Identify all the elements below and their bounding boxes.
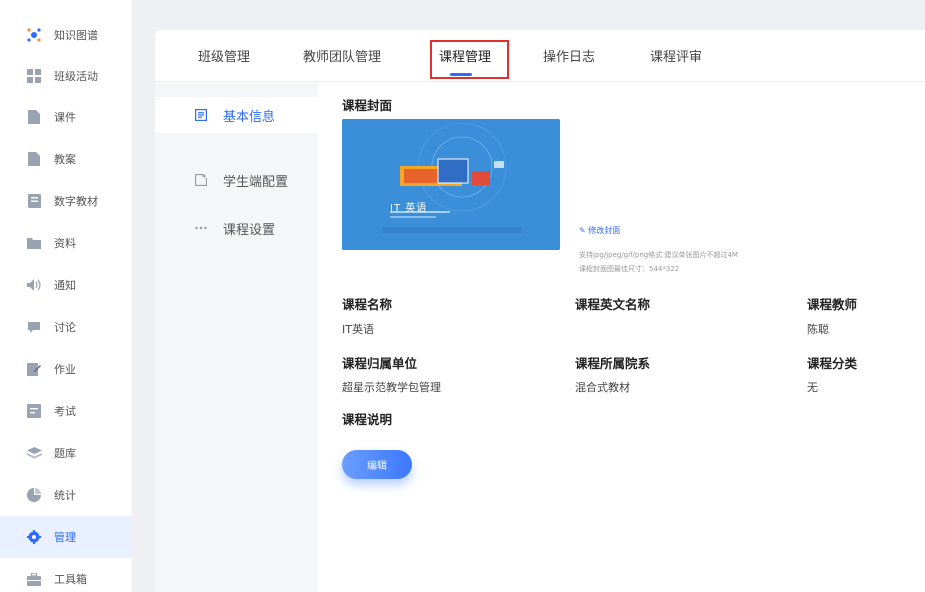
sidebar-item-label: 讨论 [54,321,76,334]
grid-icon [26,68,42,84]
toolbox-icon [26,571,42,587]
subnav-item-label: 学生端配置 [223,174,289,190]
course-unit-value: 超星示范教学包管理 [342,381,441,394]
sidebar-item-courseware[interactable]: 课件 [0,96,132,138]
left-sidebar: 知识图谱 班级活动 课件 教案 数字教材 资料 通知 讨论 作业 考试 题库 统… [0,0,132,592]
sidebar-item-lesson-plan[interactable]: 教案 [0,138,132,180]
sidebar-item-knowledge-graph[interactable]: 知识图谱 [0,14,132,56]
edit-cover-link[interactable]: ✎ 修改封面 [579,225,620,236]
pie-icon [26,487,42,503]
edit-icon [26,361,42,377]
course-category-value: 无 [807,381,818,394]
course-teacher-label: 课程教师 [807,297,858,312]
file-icon [26,151,42,167]
main-panel: 班级管理 教师团队管理 课程管理 操作日志 课程评审 基本信息 学生端配置 课程… [155,30,925,592]
top-tabs: 班级管理 教师团队管理 课程管理 操作日志 课程评审 [155,30,925,82]
edit-button[interactable]: 编辑 [342,450,412,479]
speaker-icon [26,277,42,293]
pencil-icon: ✎ [579,226,589,235]
course-department-value: 混合式教材 [575,381,630,394]
sidebar-item-discussion[interactable]: 讨论 [0,306,132,348]
sidebar-item-label: 统计 [54,489,76,502]
highlight-box [430,40,509,79]
more-icon [195,222,207,234]
course-cover-image: IT 英语 [342,119,560,250]
tab-teacher-team-management[interactable]: 教师团队管理 [303,46,381,65]
chat-icon [26,319,42,335]
subnav-item-label: 基本信息 [223,109,276,125]
sidebar-item-notice[interactable]: 通知 [0,264,132,306]
folder-icon [26,235,42,251]
cover-size-hint: 课程封面图最佳尺寸：544*322 [579,265,680,273]
tab-operation-log[interactable]: 操作日志 [543,46,595,65]
sidebar-item-class-activity[interactable]: 班级活动 [0,55,132,97]
sidebar-item-homework[interactable]: 作业 [0,348,132,390]
course-teacher-value: 陈聪 [807,323,829,336]
cover-label: 课程封面 [342,98,393,113]
course-name-value: IT英语 [342,323,374,336]
course-unit-label: 课程归属单位 [342,356,418,371]
sidebar-item-statistics[interactable]: 统计 [0,474,132,516]
stack-icon [26,445,42,461]
sidebar-item-digital-textbook[interactable]: 数字教材 [0,180,132,222]
sidebar-item-label: 教案 [54,153,76,166]
subnav-item-basic-info[interactable]: 基本信息 [155,97,318,133]
cover-title: IT 英语 [390,203,428,214]
course-description-label: 课程说明 [342,412,393,427]
sidebar-item-label: 班级活动 [54,70,98,83]
basic-info-content: 课程封面 IT 英语 ✎ 修改封面 支持jpg/jpeg/gif/png格式 建… [341,83,925,592]
sidebar-item-management[interactable]: 管理 [0,516,132,558]
cover-format-hint: 支持jpg/jpeg/gif/png格式 建议单张图片不超过4M [579,251,738,259]
sidebar-item-label: 资料 [54,237,76,250]
course-english-name-label: 课程英文名称 [575,297,651,312]
sidebar-item-label: 知识图谱 [54,29,98,42]
file-icon [26,109,42,125]
sidebar-item-label: 课件 [54,111,76,124]
edit-cover-label: 修改封面 [588,226,621,235]
subnav-item-label: 课程设置 [223,222,276,238]
exam-icon [26,403,42,419]
sidebar-item-label: 工具箱 [54,573,87,586]
sub-navigation: 基本信息 学生端配置 课程设置 [155,83,318,592]
sidebar-item-label: 考试 [54,405,76,418]
tab-class-management[interactable]: 班级管理 [198,46,250,65]
sidebar-item-label: 作业 [54,363,76,376]
sidebar-item-label: 数字教材 [54,195,98,208]
info-icon [195,109,207,121]
knowledge-graph-icon [26,27,42,43]
tab-course-review[interactable]: 课程评审 [650,46,702,65]
course-name-label: 课程名称 [342,297,393,312]
sidebar-item-exam[interactable]: 考试 [0,390,132,432]
sidebar-item-label: 管理 [54,531,76,544]
book-icon [26,193,42,209]
sidebar-item-label: 题库 [54,447,76,460]
subnav-item-student-config[interactable]: 学生端配置 [155,162,318,198]
gear-icon [26,529,42,545]
sidebar-item-label: 通知 [54,279,76,292]
subnav-item-course-settings[interactable]: 课程设置 [155,210,318,246]
sidebar-item-question-bank[interactable]: 题库 [0,432,132,474]
sidebar-item-toolbox[interactable]: 工具箱 [0,558,132,592]
course-category-label: 课程分类 [807,356,858,371]
course-department-label: 课程所属院系 [575,356,651,371]
sidebar-item-materials[interactable]: 资料 [0,222,132,264]
config-icon [195,174,207,186]
cover-illustration [342,119,560,250]
